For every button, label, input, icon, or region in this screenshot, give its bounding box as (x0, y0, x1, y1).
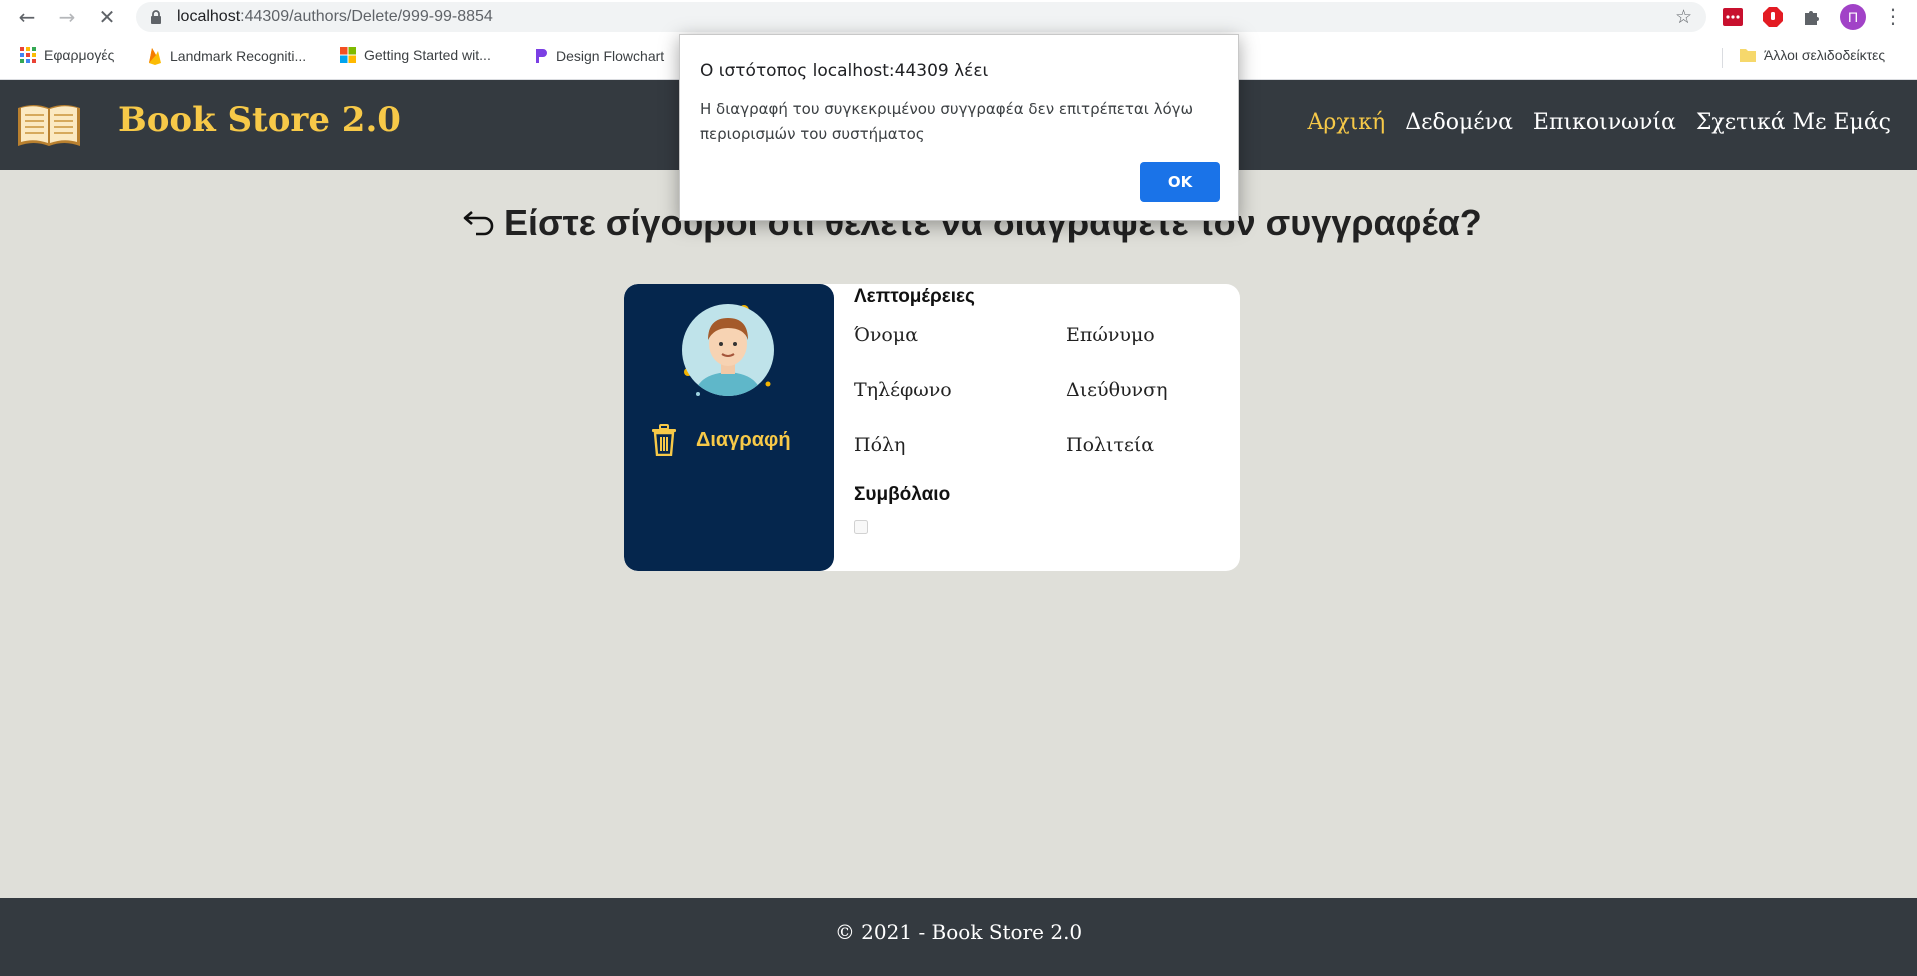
address-label: Διεύθυνση (1066, 379, 1168, 401)
forward-arrow-icon[interactable]: → (54, 4, 80, 30)
extension-lastpass-icon[interactable] (1722, 6, 1744, 28)
apps-grid-icon (20, 47, 36, 63)
flowchart-app-icon (536, 49, 547, 63)
bookmark-other-folder[interactable]: Άλλοι σελιδοδείκτες (1740, 47, 1885, 63)
author-card-sidebar: Διαγραφή (624, 284, 834, 571)
extensions-puzzle-icon[interactable] (1801, 6, 1823, 28)
trash-icon (652, 424, 676, 456)
contract-label: Συμβόλαιο (854, 484, 951, 505)
extension-adblock-icon[interactable] (1762, 6, 1784, 28)
bookmarks-divider (1722, 48, 1723, 68)
brand-name[interactable]: Book Store 2.0 (118, 100, 401, 140)
browser-menu-icon[interactable]: ⋮ (1883, 4, 1903, 28)
author-details: Λεπτομέρειες Όνομα Επώνυμο Τηλέφωνο Διεύ… (854, 284, 1224, 571)
city-label: Πόλη (854, 434, 906, 456)
contract-checkbox[interactable] (854, 520, 868, 534)
details-title: Λεπτομέρειες (854, 286, 975, 307)
bookmark-label: Design Flowchart (556, 48, 665, 64)
last-name-label: Επώνυμο (1066, 324, 1155, 346)
url-text[interactable]: localhost:44309/authors/Delete/999-99-88… (177, 8, 493, 26)
author-card: Διαγραφή Λεπτομέρειες Όνομα Επώνυμο Τηλέ… (624, 284, 1240, 571)
bookmark-getting-started[interactable]: Getting Started wit... (340, 47, 491, 63)
profile-avatar[interactable]: Π (1840, 4, 1866, 30)
lock-icon (151, 10, 161, 24)
firebase-icon (149, 48, 161, 65)
nav-contact[interactable]: Επικοινωνία (1533, 110, 1676, 135)
alert-dialog: Ο ιστότοπος localhost:44309 λέει Η διαγρ… (679, 34, 1239, 221)
delete-button[interactable]: Διαγραφή (650, 424, 791, 456)
bookmark-label: Landmark Recogniti... (170, 48, 307, 64)
browser-toolbar: ← → ✕ localhost:44309/authors/Delete/999… (0, 0, 1917, 34)
bookmark-landmark[interactable]: Landmark Recogniti... (148, 47, 306, 65)
nav-data[interactable]: Δεδομένα (1405, 110, 1513, 135)
stop-loading-icon[interactable]: ✕ (94, 4, 120, 30)
bookmark-label: Getting Started wit... (364, 47, 491, 63)
bookmark-label: Άλλοι σελιδοδείκτες (1764, 47, 1886, 63)
delete-label: Διαγραφή (696, 428, 791, 451)
nav-home[interactable]: Αρχική (1308, 110, 1386, 135)
address-bar[interactable]: localhost:44309/authors/Delete/999-99-88… (136, 2, 1706, 32)
alert-message: Η διαγραφή του συγκεκριμένου συγγραφέα δ… (700, 100, 1194, 143)
bookmark-apps[interactable]: Εφαρμογές (20, 47, 114, 63)
open-book-logo-icon[interactable] (16, 100, 82, 154)
microsoft-icon (340, 47, 356, 63)
main-nav: Αρχική Δεδομένα Επικοινωνία Σχετικά Με Ε… (1308, 110, 1892, 135)
state-label: Πολιτεία (1066, 434, 1155, 456)
nav-about[interactable]: Σχετικά Με Εμάς (1696, 110, 1891, 135)
first-name-label: Όνομα (854, 324, 919, 346)
undo-back-icon[interactable] (462, 208, 496, 238)
back-arrow-icon[interactable]: ← (14, 4, 40, 30)
alert-title: Ο ιστότοπος localhost:44309 λέει (700, 61, 989, 81)
bookmark-star-icon[interactable]: ☆ (1675, 6, 1692, 28)
alert-ok-button[interactable]: OK (1140, 162, 1220, 202)
author-avatar (680, 294, 790, 408)
bookmark-label: Εφαρμογές (44, 47, 115, 63)
folder-icon (1740, 49, 1756, 62)
phone-label: Τηλέφωνο (854, 379, 952, 401)
footer-copyright: © 2021 - Book Store 2.0 (834, 920, 1083, 944)
site-footer: © 2021 - Book Store 2.0 (0, 898, 1917, 976)
bookmark-design-flowchart[interactable]: Design Flowchart (534, 47, 664, 65)
